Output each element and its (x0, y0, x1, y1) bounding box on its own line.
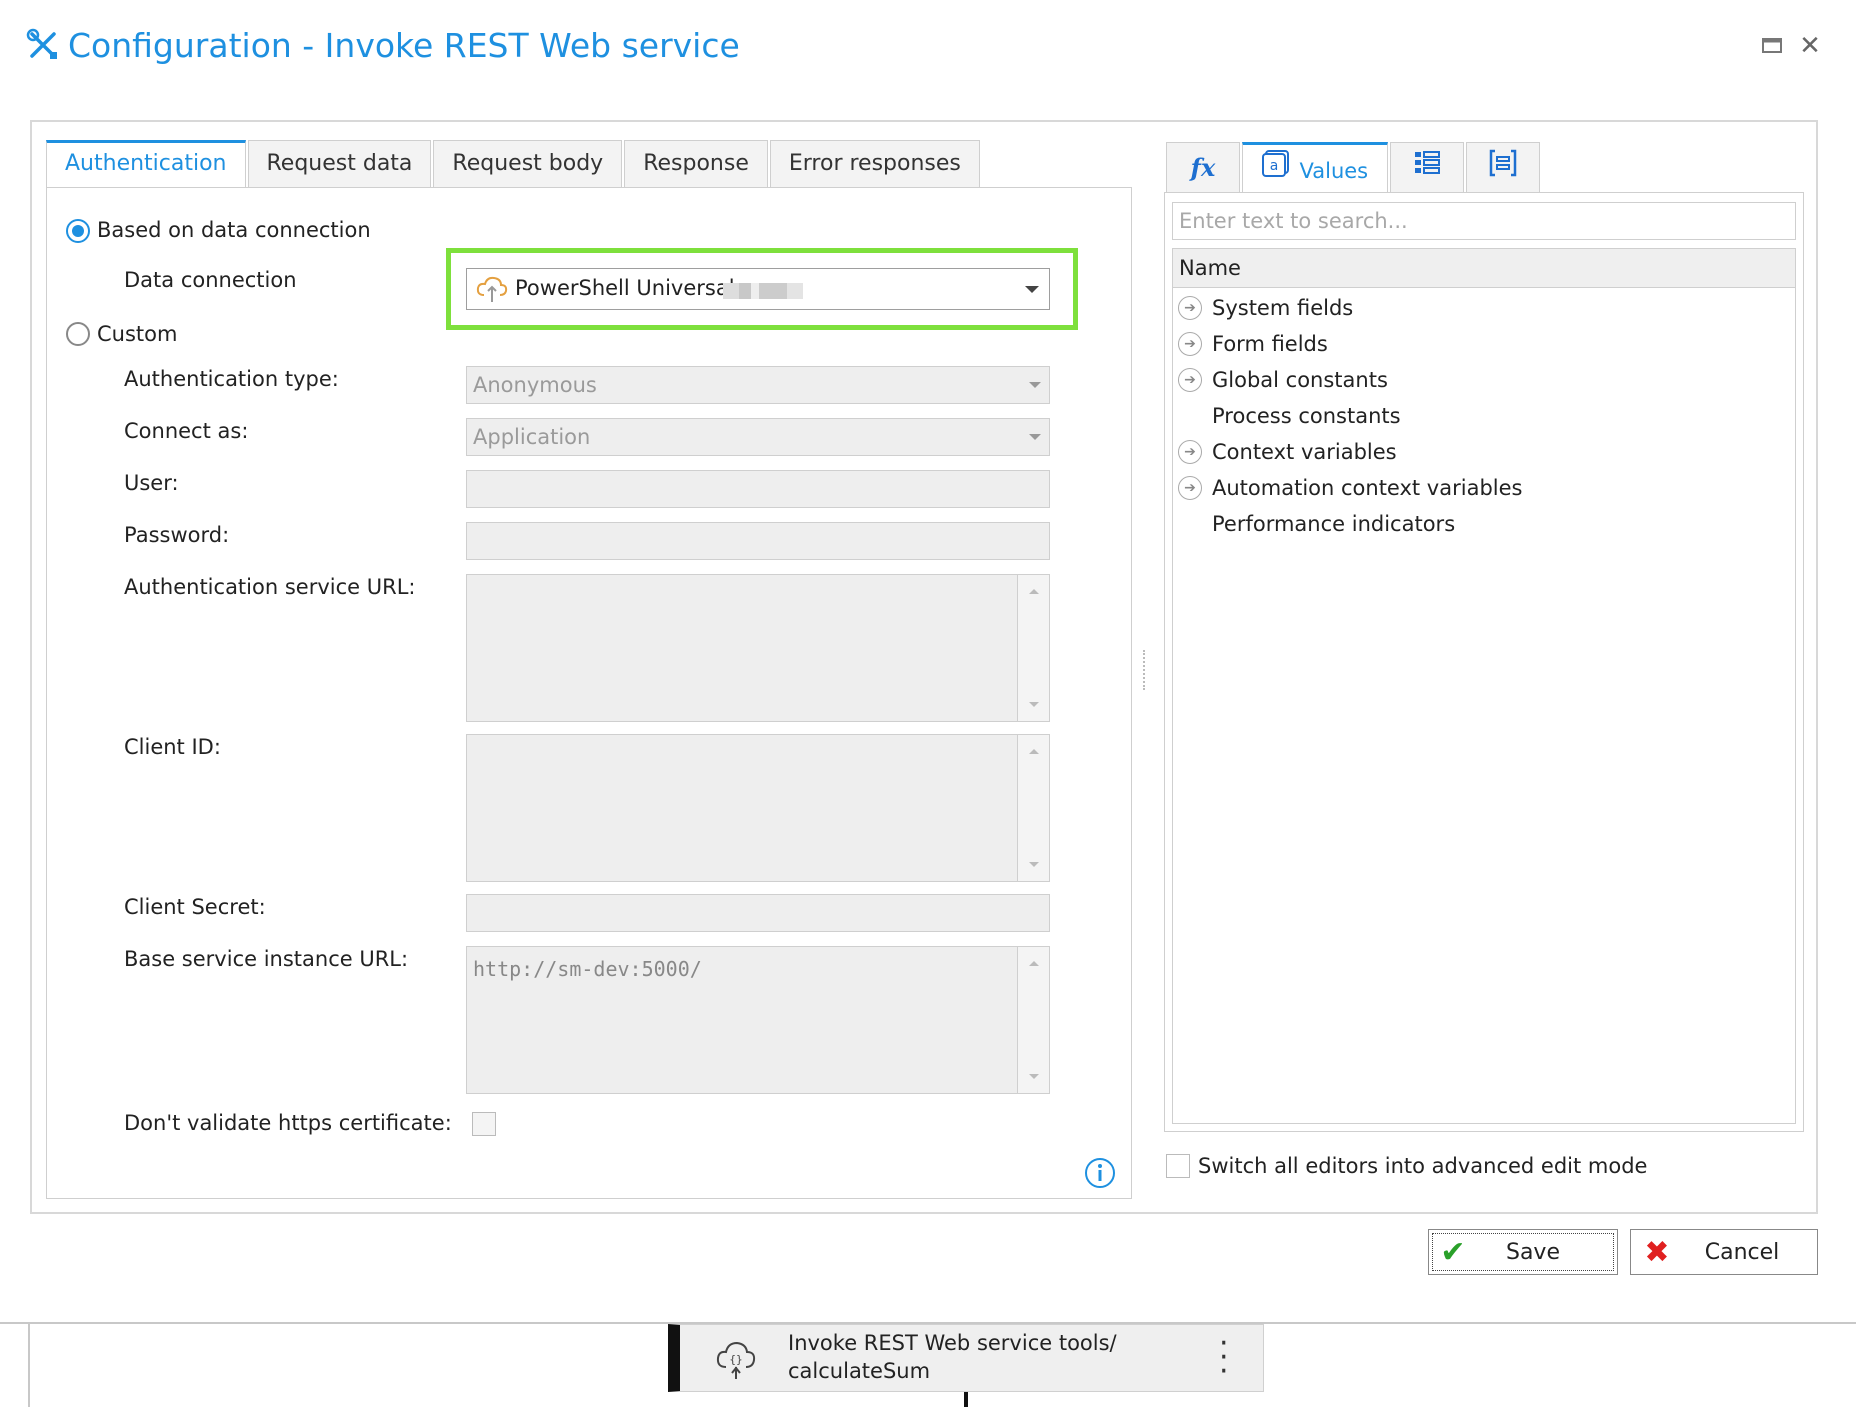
maximize-icon[interactable] (1756, 30, 1788, 62)
data-connection-select[interactable]: PowerShell Universal (466, 268, 1050, 310)
list-icon (1413, 144, 1441, 194)
save-label: Save (1505, 1239, 1560, 1265)
tree-item-label: Global constants (1212, 368, 1388, 392)
tree-item-label: Context variables (1212, 440, 1397, 464)
tab-request-data[interactable]: Request data (247, 140, 432, 188)
scrollbar[interactable] (1017, 735, 1049, 881)
node-title-line1: Invoke REST Web service tools/ (788, 1331, 1117, 1355)
tab-function[interactable]: fx (1166, 142, 1240, 194)
name-column-header[interactable]: Name (1172, 248, 1796, 288)
user-input[interactable] (466, 470, 1050, 508)
cancel-label: Cancel (1704, 1239, 1780, 1265)
based-on-connection-label: Based on data connection (97, 218, 371, 242)
client-id-label: Client ID: (124, 735, 221, 759)
svg-text:a: a (1270, 158, 1279, 174)
base-url-value: http://sm-dev:5000/ (473, 957, 702, 981)
tab-authentication[interactable]: Authentication (46, 140, 246, 190)
tree-item-process-constants[interactable]: Process constants (1178, 399, 1401, 433)
cancel-button[interactable]: ✖ Cancel (1630, 1229, 1818, 1275)
save-button[interactable]: ✔ Save (1428, 1229, 1618, 1275)
config-tabs: Authentication Request data Request body… (46, 140, 982, 190)
based-on-connection-radio[interactable] (66, 219, 90, 243)
dont-validate-label: Don't validate https certificate: (124, 1111, 452, 1135)
tree-item-form-fields[interactable]: ➔ Form fields (1178, 327, 1328, 361)
advanced-mode-label: Switch all editors into advanced edit mo… (1198, 1154, 1648, 1178)
canvas-left-edge (0, 1324, 30, 1407)
values-tab-label: Values (1299, 159, 1369, 183)
custom-radio[interactable] (66, 322, 90, 346)
connector-line (964, 1392, 968, 1407)
checkmark-icon: ✔ (1440, 1234, 1466, 1270)
cancel-x-icon: ✖ (1644, 1234, 1670, 1270)
cloud-connection-icon (475, 275, 509, 311)
svg-text:{}: {} (729, 1353, 742, 1366)
connect-as-label: Connect as: (124, 419, 249, 443)
tree-item-label: Process constants (1212, 404, 1401, 428)
expand-arrow-icon[interactable]: ➔ (1178, 296, 1202, 320)
tree-item-label: Performance indicators (1212, 512, 1456, 536)
auth-type-label: Authentication type: (124, 367, 339, 391)
node-title-line2: calculateSum (788, 1359, 931, 1383)
tree-item-automation-context-variables[interactable]: ➔ Automation context variables (1178, 471, 1522, 505)
data-connection-label: Data connection (124, 268, 297, 292)
rest-service-icon: {} (714, 1337, 758, 1387)
expand-arrow-icon[interactable]: ➔ (1178, 332, 1202, 356)
connect-as-select[interactable]: Application (466, 418, 1050, 456)
expand-arrow-icon[interactable]: ➔ (1178, 368, 1202, 392)
values-icon: a (1261, 146, 1292, 196)
tree-item-label: Form fields (1212, 332, 1328, 356)
redacted-text (723, 283, 803, 299)
tab-list[interactable] (1390, 142, 1464, 194)
splitter-handle[interactable] (1143, 650, 1145, 690)
scrollbar[interactable] (1017, 947, 1049, 1093)
form-icon (1489, 144, 1517, 194)
close-icon[interactable]: ✕ (1794, 30, 1826, 62)
tree-item-system-fields[interactable]: ➔ System fields (1178, 291, 1353, 325)
more-options-icon[interactable]: · · · (1219, 1329, 1229, 1387)
window-title: Configuration - Invoke REST Web service (68, 26, 740, 65)
tree-item-global-constants[interactable]: ➔ Global constants (1178, 363, 1388, 397)
tab-values[interactable]: a Values (1242, 142, 1388, 194)
user-label: User: (124, 471, 179, 495)
client-id-textarea[interactable] (466, 734, 1050, 882)
expand-arrow-icon[interactable]: ➔ (1178, 440, 1202, 464)
auth-url-label: Authentication service URL: (124, 575, 416, 599)
custom-label: Custom (97, 322, 178, 346)
base-url-label: Base service instance URL: (124, 947, 409, 971)
client-secret-label: Client Secret: (124, 895, 266, 919)
workflow-action-node[interactable]: {} Invoke REST Web service tools/ calcul… (668, 1324, 1264, 1392)
advanced-mode-checkbox[interactable] (1166, 1154, 1190, 1178)
tree-item-performance-indicators[interactable]: Performance indicators (1178, 507, 1455, 541)
client-secret-input[interactable] (466, 894, 1050, 932)
tab-request-body[interactable]: Request body (433, 140, 623, 188)
auth-url-textarea[interactable] (466, 574, 1050, 722)
editor-tabs: fx a Values (1166, 142, 1542, 194)
tools-icon (26, 28, 60, 62)
expand-arrow-icon[interactable]: ➔ (1178, 476, 1202, 500)
auth-type-select[interactable]: Anonymous (466, 366, 1050, 404)
connect-as-value: Application (473, 425, 591, 449)
tab-form[interactable] (1466, 142, 1540, 194)
tree-item-label: Automation context variables (1212, 476, 1523, 500)
scrollbar[interactable] (1017, 575, 1049, 721)
function-icon: fx (1190, 153, 1216, 182)
auth-type-value: Anonymous (473, 373, 597, 397)
tree-item-label: System fields (1212, 296, 1354, 320)
tab-error-responses[interactable]: Error responses (769, 140, 980, 188)
password-label: Password: (124, 523, 230, 547)
data-connection-value: PowerShell Universal (515, 276, 735, 300)
password-input[interactable] (466, 522, 1050, 560)
dont-validate-checkbox[interactable] (472, 1112, 496, 1136)
info-icon[interactable] (1084, 1157, 1116, 1189)
tab-response[interactable]: Response (624, 140, 768, 188)
base-url-textarea[interactable]: http://sm-dev:5000/ (466, 946, 1050, 1094)
tree-item-context-variables[interactable]: ➔ Context variables (1178, 435, 1397, 469)
search-input[interactable]: Enter text to search... (1172, 202, 1796, 240)
